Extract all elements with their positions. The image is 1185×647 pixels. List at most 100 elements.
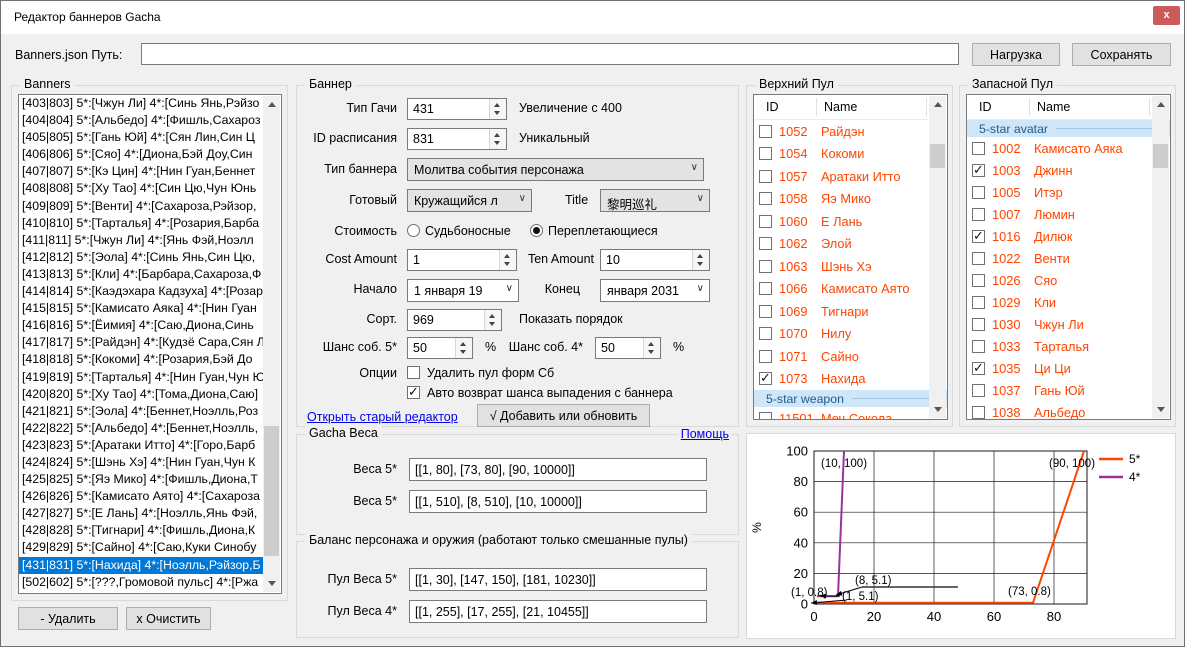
banner-list-item[interactable]: [422|822] 5*:[Альбедо] 4*:[Беннет,Ноэлль… <box>19 420 265 437</box>
clear-banners-button[interactable]: x Очистить <box>126 607 211 630</box>
gacha-type-spinner[interactable]: 431 <box>407 98 507 120</box>
pool-item-row[interactable]: 1038Альбедо <box>967 401 1170 420</box>
reserve-pool-scrollbar[interactable] <box>1152 96 1169 418</box>
cost-amount-spinner[interactable]: 1 <box>407 249 517 271</box>
pool-item-row[interactable]: 1033Тарталья <box>967 335 1170 357</box>
banner-list-item[interactable]: [420|820] 5*:[Ху Тао] 4*:[Тома,Диона,Саю… <box>19 386 265 403</box>
spinner-arrows-icon[interactable] <box>489 129 506 149</box>
pool-item-row[interactable]: 1030Чжун Ли <box>967 313 1170 335</box>
banner-type-select[interactable]: Молитва события персонажа ∨ <box>407 158 704 181</box>
banners-scrollbar[interactable] <box>263 96 280 592</box>
banner-list-item[interactable]: [424|824] 5*:[Шэнь Хэ] 4*:[Нин Гуан,Чун … <box>19 454 265 471</box>
pool-item-row[interactable]: 1052Райдэн <box>754 120 947 143</box>
banner-list-item[interactable]: [425|825] 5*:[Яэ Мико] 4*:[Фишль,Диона,Т <box>19 471 265 488</box>
pool-item-checkbox[interactable] <box>972 384 985 397</box>
banner-list-item[interactable]: [419|819] 5*:[Тарталья] 4*:[Нин Гуан,Чун… <box>19 369 265 386</box>
delete-banner-button[interactable]: - Удалить <box>18 607 118 630</box>
pool-item-row[interactable]: 1066Камисато Аято <box>754 278 947 301</box>
banner-list-item[interactable]: [418|818] 5*:[Кокоми] 4*:[Розария,Бэй До <box>19 351 265 368</box>
banner-list-item[interactable]: [410|810] 5*:[Тарталья] 4*:[Розария,Барб… <box>19 215 265 232</box>
pool-weights5-input[interactable] <box>409 568 707 591</box>
add-or-update-button[interactable]: √ Добавить или обновить <box>477 404 650 427</box>
banner-list-item[interactable]: [405|805] 5*:[Гань Юй] 4*:[Сян Лин,Син Ц <box>19 129 265 146</box>
weights4-input[interactable] <box>409 490 707 513</box>
pool-item-checkbox[interactable] <box>759 412 772 420</box>
banner-list-item[interactable]: [429|829] 5*:[Сайно] 4*:[Саю,Куки Синобу <box>19 539 265 556</box>
pool-item-row[interactable]: 1016Дилюк <box>967 225 1170 247</box>
pool-item-checkbox[interactable] <box>759 215 772 228</box>
scrollbar-thumb[interactable] <box>930 144 945 168</box>
scroll-down-icon[interactable] <box>929 401 946 418</box>
open-old-editor-link[interactable]: Открыть старый редактор <box>307 410 458 424</box>
pool-item-checkbox[interactable] <box>972 296 985 309</box>
chance5-spinner[interactable]: 50 <box>407 337 473 359</box>
pool-item-checkbox[interactable] <box>972 186 985 199</box>
banner-list-item[interactable]: [411|811] 5*:[Чжун Ли] 4*:[Янь Фэй,Ноэлл <box>19 232 265 249</box>
banner-list-item[interactable]: [427|827] 5*:[Е Лань] 4*:[Ноэлль,Янь Фэй… <box>19 505 265 522</box>
pool-item-checkbox[interactable] <box>759 372 772 385</box>
load-button[interactable]: Нагрузка <box>972 43 1060 66</box>
path-input[interactable] <box>141 43 959 65</box>
pool-item-row[interactable]: 1005Итэр <box>967 181 1170 203</box>
banner-list-item[interactable]: [408|808] 5*:[Ху Тао] 4*:[Син Цю,Чун Юнь <box>19 180 265 197</box>
prefab-select[interactable]: Кружащийся л ∨ <box>407 189 532 212</box>
begin-date-picker[interactable]: 1 января 19 ∨ <box>407 279 519 302</box>
pool-item-checkbox[interactable] <box>759 147 772 160</box>
pool-item-checkbox[interactable] <box>972 340 985 353</box>
spinner-arrows-icon[interactable] <box>692 250 709 270</box>
pool-item-checkbox[interactable] <box>759 237 772 250</box>
chance4-spinner[interactable]: 50 <box>595 337 661 359</box>
schedule-id-spinner[interactable]: 831 <box>407 128 507 150</box>
banner-list-item[interactable]: [403|803] 5*:[Чжун Ли] 4*:[Синь Янь,Рэйз… <box>19 95 265 112</box>
pool-item-row[interactable]: 1069Тигнари <box>754 300 947 323</box>
pool-item-row[interactable]: 1002Камисато Аяка <box>967 137 1170 159</box>
reserve-pool-list[interactable]: ID Name 5-star avatar1002Камисато Аяка10… <box>966 94 1171 420</box>
pool-item-checkbox[interactable] <box>972 142 985 155</box>
spinner-arrows-icon[interactable] <box>484 310 501 330</box>
close-button[interactable]: x <box>1153 6 1180 25</box>
sort-spinner[interactable]: 969 <box>407 309 502 331</box>
pool-item-checkbox[interactable] <box>972 406 985 419</box>
pool-item-checkbox[interactable] <box>972 164 985 177</box>
remove-pool-checkbox[interactable] <box>407 366 420 379</box>
cost-radio-intertwined[interactable] <box>530 224 543 237</box>
ten-amount-spinner[interactable]: 10 <box>600 249 710 271</box>
scrollbar-thumb[interactable] <box>264 426 279 556</box>
banner-list-item[interactable]: [404|804] 5*:[Альбедо] 4*:[Фишль,Сахароз <box>19 112 265 129</box>
pool-item-row[interactable]: 1003Джинн <box>967 159 1170 181</box>
upper-pool-list[interactable]: ID Name 1052Райдэн1054Кокоми1057Аратаки … <box>753 94 948 420</box>
weights5-input[interactable] <box>409 458 707 481</box>
pool-item-checkbox[interactable] <box>759 260 772 273</box>
pool-item-checkbox[interactable] <box>972 230 985 243</box>
pool-item-row[interactable]: 1037Гань Юй <box>967 379 1170 401</box>
pool-item-row[interactable]: 1035Ци Ци <box>967 357 1170 379</box>
pool-item-checkbox[interactable] <box>759 192 772 205</box>
spinner-arrows-icon[interactable] <box>455 338 472 358</box>
pool-item-row[interactable]: 1062Элой <box>754 233 947 256</box>
banner-list-item[interactable]: [421|821] 5*:[Эола] 4*:[Беннет,Ноэлль,Ро… <box>19 403 265 420</box>
banner-list-item[interactable]: [416|816] 5*:[Ёимия] 4*:[Саю,Диона,Синь <box>19 317 265 334</box>
banner-list-item[interactable]: [412|812] 5*:[Эола] 4*:[Синь Янь,Син Цю, <box>19 249 265 266</box>
pool-item-checkbox[interactable] <box>759 350 772 363</box>
banner-list-item[interactable]: [413|813] 5*:[Кли] 4*:[Барбара,Сахароза,… <box>19 266 265 283</box>
scroll-up-icon[interactable] <box>263 96 280 113</box>
banner-list-item[interactable]: [415|815] 5*:[Камисато Аяка] 4*:[Нин Гуа… <box>19 300 265 317</box>
auto-return-label[interactable]: Авто возврат шанса выпадения с баннера <box>427 386 673 400</box>
scroll-down-icon[interactable] <box>263 575 280 592</box>
pool-item-row[interactable]: 1054Кокоми <box>754 143 947 166</box>
pool-item-checkbox[interactable] <box>972 318 985 331</box>
pool-item-row[interactable]: 1073Нахида <box>754 368 947 391</box>
pool-item-row[interactable]: 1029Кли <box>967 291 1170 313</box>
banner-list-item[interactable]: [428|828] 5*:[Тигнари] 4*:[Фишль,Диона,К <box>19 522 265 539</box>
banner-list-item[interactable]: [417|817] 5*:[Райдэн] 4*:[Кудзё Сара,Сян… <box>19 334 265 351</box>
pool-item-row[interactable]: 11501Меч Сокола <box>754 407 947 420</box>
pool-item-checkbox[interactable] <box>972 208 985 221</box>
banner-list-item[interactable]: [502|602] 5*:[???,Громовой пульс] 4*:[Рж… <box>19 574 265 591</box>
pool-item-row[interactable]: 1026Сяо <box>967 269 1170 291</box>
scrollbar-thumb[interactable] <box>1153 144 1168 168</box>
auto-return-checkbox[interactable] <box>407 386 420 399</box>
banner-list-item[interactable]: [414|814] 5*:[Каэдэхара Кадзуха] 4*:[Роз… <box>19 283 265 300</box>
upper-pool-scrollbar[interactable] <box>929 96 946 418</box>
pool-item-row[interactable]: 1063Шэнь Хэ <box>754 255 947 278</box>
pool-item-checkbox[interactable] <box>759 327 772 340</box>
